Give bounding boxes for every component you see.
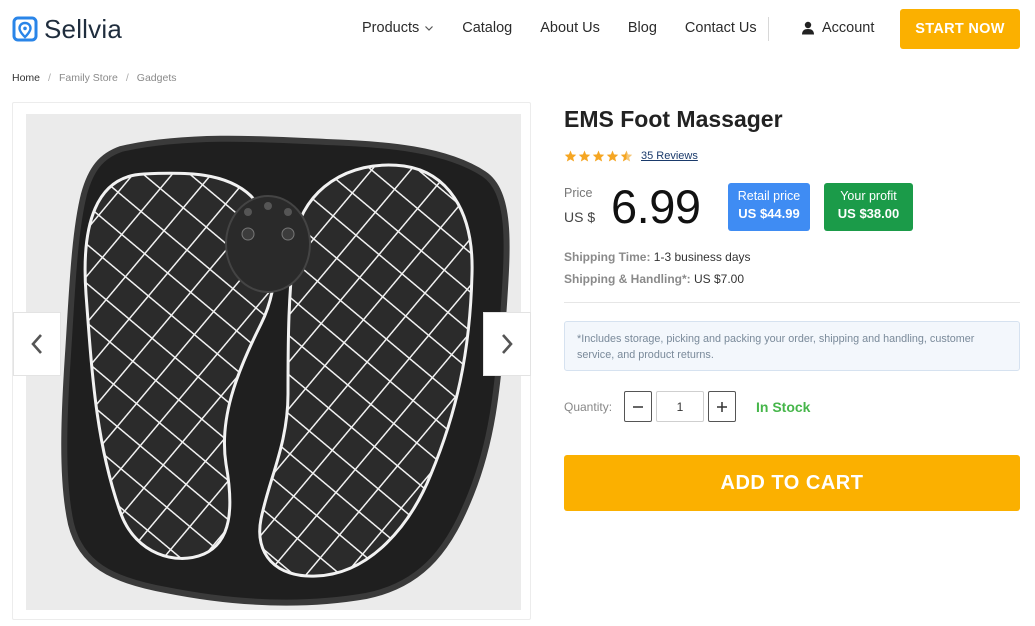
retail-price-label: Retail price <box>737 189 801 203</box>
chevron-left-icon <box>31 334 42 354</box>
breadcrumb: Home / Family Store / Gadgets <box>12 72 177 84</box>
main-nav: Products Catalog About Us Blog Contact U… <box>362 20 785 36</box>
quantity-input[interactable] <box>656 391 704 422</box>
nav-item-blog[interactable]: Blog <box>628 20 657 36</box>
stock-status: In Stock <box>756 399 811 415</box>
shipping-handling-label: Shipping & Handling*: <box>564 272 691 286</box>
nav-label: About Us <box>540 20 600 36</box>
shipping-handling-value: US $7.00 <box>694 272 745 286</box>
account-link[interactable]: Account <box>801 20 874 36</box>
profit-value: US $38.00 <box>837 206 900 221</box>
plus-icon <box>717 401 727 412</box>
add-to-cart-button[interactable]: ADD TO CART <box>564 455 1020 511</box>
star-icon <box>606 150 619 162</box>
shipping-handling: Shipping & Handling*: US $7.00 <box>564 272 744 286</box>
logo[interactable]: Sellvia <box>12 14 122 45</box>
user-icon <box>802 21 814 35</box>
price-currency: US $ <box>564 209 596 225</box>
star-half-icon <box>620 150 633 162</box>
product-image <box>26 114 521 610</box>
site-header: Sellvia Products Catalog About Us Blog C… <box>0 0 1035 58</box>
reviews-link[interactable]: 35 Reviews <box>641 150 698 162</box>
retail-price-value: US $44.99 <box>738 206 800 221</box>
product-rating: 35 Reviews <box>564 150 698 162</box>
quantity-decrease-button[interactable] <box>624 391 652 422</box>
chevron-right-icon <box>502 334 513 354</box>
gallery-prev-button[interactable] <box>13 312 61 376</box>
product-gallery <box>12 102 531 620</box>
breadcrumb-item-gadgets[interactable]: Gadgets <box>137 72 177 84</box>
nav-label: Blog <box>627 20 657 36</box>
breadcrumb-item-family-store[interactable]: Family Store <box>59 72 118 84</box>
price-value: 6.99 <box>611 180 701 233</box>
gallery-next-button[interactable] <box>483 312 531 376</box>
breadcrumb-separator: / <box>125 72 129 84</box>
price-label: Price <box>564 186 593 200</box>
divider <box>564 302 1020 303</box>
nav-label: Catalog <box>462 20 513 36</box>
account-label: Account <box>822 20 875 36</box>
start-now-button[interactable]: START NOW <box>900 9 1020 49</box>
quantity-label: Quantity: <box>564 400 613 414</box>
logo-icon <box>12 16 38 41</box>
shipping-note: *Includes storage, picking and packing y… <box>564 321 1020 371</box>
nav-item-products[interactable]: Products <box>362 20 434 36</box>
profit-badge: Your profit US $38.00 <box>824 183 913 231</box>
nav-divider <box>768 17 769 41</box>
profit-label: Your profit <box>840 189 897 203</box>
star-icon <box>564 150 577 162</box>
nav-item-catalog[interactable]: Catalog <box>462 20 512 36</box>
chevron-down-icon <box>425 26 434 31</box>
foot-massager-image <box>61 135 510 606</box>
quantity-increase-button[interactable] <box>708 391 736 422</box>
product-title: EMS Foot Massager <box>564 106 783 132</box>
star-icon <box>592 150 605 162</box>
star-icon <box>578 150 591 162</box>
minus-icon <box>633 405 643 408</box>
shipping-time-value: 1-3 business days <box>653 250 751 264</box>
nav-label: Products <box>362 20 420 36</box>
shipping-time-label: Shipping Time: <box>564 250 651 264</box>
nav-item-about-us[interactable]: About Us <box>540 20 600 36</box>
breadcrumb-separator: / <box>48 72 51 84</box>
logo-text: Sellvia <box>44 14 122 44</box>
breadcrumb-item-home[interactable]: Home <box>12 72 40 84</box>
star-rating <box>564 150 633 162</box>
shipping-time: Shipping Time: 1-3 business days <box>564 250 751 264</box>
retail-price-badge: Retail price US $44.99 <box>728 183 810 231</box>
nav-label: Contact Us <box>684 20 757 36</box>
nav-item-contact-us[interactable]: Contact Us <box>685 20 757 36</box>
